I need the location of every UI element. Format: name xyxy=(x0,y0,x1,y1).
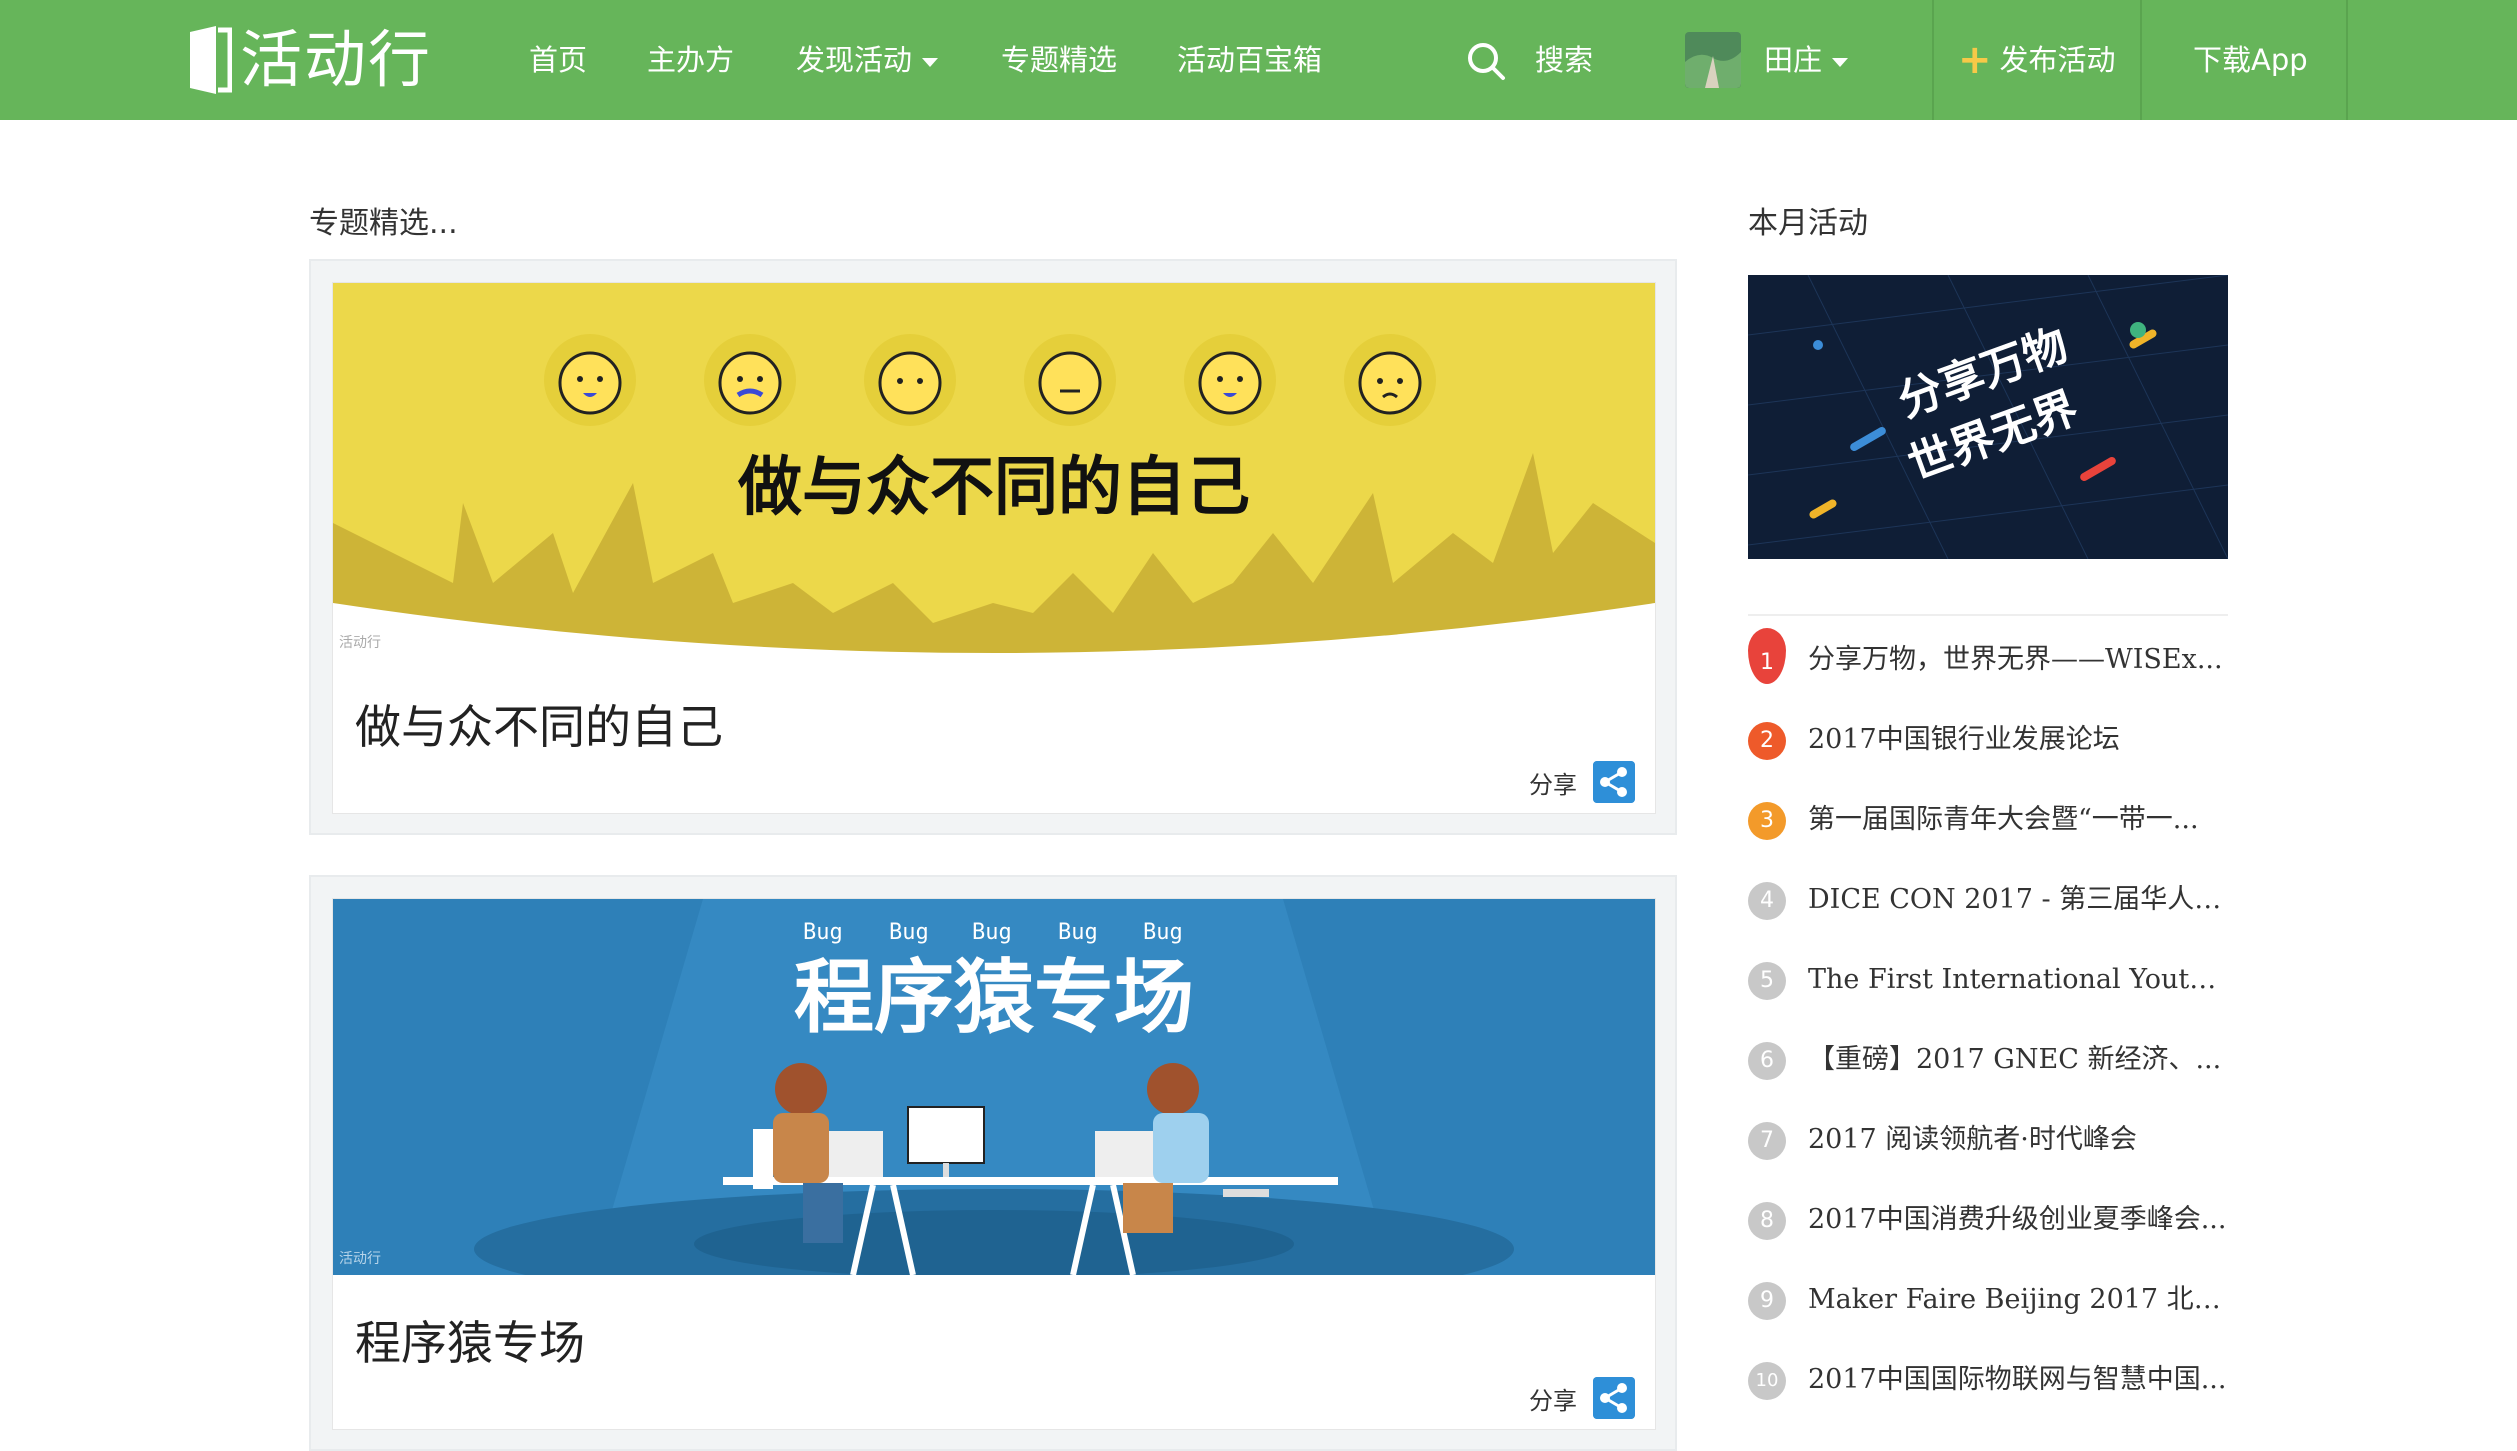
logo-text: 活动行 xyxy=(240,23,433,96)
svg-text:Bug: Bug xyxy=(803,920,843,945)
svg-text:Bug: Bug xyxy=(1143,920,1183,945)
share-label: 分享 xyxy=(1529,770,1577,799)
event-title[interactable]: 2017中国国际物联网与智慧中国... xyxy=(1808,1358,2230,1402)
list-item[interactable]: 9 Maker Faire Beijing 2017 北京创... xyxy=(1744,1260,2234,1340)
top-nav-bar: 活动行 首页 主办方 发现活动 专题精选 活动百宝箱 搜索 田庄 + 发布活动 下… xyxy=(0,0,2517,120)
nav-home[interactable]: 首页 xyxy=(529,0,587,120)
door-logo-icon xyxy=(190,26,232,94)
list-item[interactable]: 8 2017中国消费升级创业夏季峰会... xyxy=(1744,1180,2234,1260)
nav-toolbox[interactable]: 活动百宝箱 xyxy=(1177,0,1322,120)
topic-title[interactable]: 做与众不同的自己 xyxy=(355,691,723,757)
sidebar-title: 本月活动 xyxy=(1748,206,1868,241)
share-icon xyxy=(1593,1377,1635,1419)
share-button[interactable]: 分享 xyxy=(1529,1377,1635,1419)
user-name: 田庄 xyxy=(1764,43,1823,77)
user-menu[interactable]: 田庄 xyxy=(1764,0,1849,120)
monthly-events-list: 1 分享万物，世界无界——WISEx... 2 2017中国银行业发展论坛 3 … xyxy=(1744,620,2234,1420)
nav-discover-label: 发现活动 xyxy=(796,43,913,77)
list-item[interactable]: 5 The First International Youth Conf... xyxy=(1744,940,2234,1020)
list-item[interactable]: 1 分享万物，世界无界——WISEx... xyxy=(1744,620,2234,700)
list-item[interactable]: 2 2017中国银行业发展论坛 xyxy=(1744,700,2234,780)
list-item[interactable]: 3 第一届国际青年大会暨“一带一... xyxy=(1744,780,2234,860)
featured-event-image[interactable]: 分享万物 世界无界 xyxy=(1748,275,2228,559)
topic-card-inner: Bug Bug Bug Bug Bug 程序猿专场 活动行 程序猿专场 分享 xyxy=(332,898,1656,1430)
rank-badge: 5 xyxy=(1748,962,1786,1000)
topic-banner[interactable]: 做与众不同的自己 活动行 xyxy=(333,283,1655,659)
event-title[interactable]: DICE CON 2017 - 第三届华人桌... xyxy=(1808,878,2230,922)
banner-heading: 程序猿专场 xyxy=(794,951,1194,1044)
topic-card[interactable]: Bug Bug Bug Bug Bug 程序猿专场 活动行 程序猿专场 分享 xyxy=(309,875,1677,1451)
chevron-down-icon xyxy=(1832,57,1849,67)
event-title[interactable]: 分享万物，世界无界——WISEx... xyxy=(1808,638,2230,682)
rank-badge: 2 xyxy=(1748,722,1786,760)
rank-badge: 8 xyxy=(1748,1202,1786,1240)
nav-divider xyxy=(2346,0,2348,120)
plus-icon: + xyxy=(1958,37,1992,83)
event-title[interactable]: Maker Faire Beijing 2017 北京创... xyxy=(1808,1278,2230,1322)
event-title[interactable]: 2017中国消费升级创业夏季峰会... xyxy=(1808,1198,2230,1242)
share-label: 分享 xyxy=(1529,1386,1577,1415)
topic-card-inner: 做与众不同的自己 活动行 做与众不同的自己 分享 xyxy=(332,282,1656,814)
nav-featured-topics[interactable]: 专题精选 xyxy=(1001,0,1117,120)
svg-text:Bug: Bug xyxy=(1058,920,1098,945)
rank-badge: 4 xyxy=(1748,882,1786,920)
topic-title[interactable]: 程序猿专场 xyxy=(355,1307,585,1373)
svg-text:Bug: Bug xyxy=(972,920,1012,945)
list-item[interactable]: 7 2017 阅读领航者·时代峰会 xyxy=(1744,1100,2234,1180)
chevron-down-icon xyxy=(922,57,939,67)
search-button[interactable]: 搜索 xyxy=(1535,0,1593,120)
svg-text:Bug: Bug xyxy=(889,920,929,945)
search-icon[interactable] xyxy=(1466,41,1506,81)
rank-badge: 10 xyxy=(1748,1362,1786,1400)
share-icon xyxy=(1593,761,1635,803)
list-item[interactable]: 6 【重磅】2017 GNEC 新经济、... xyxy=(1744,1020,2234,1100)
banner-watermark: 活动行 xyxy=(339,1251,381,1267)
site-logo[interactable]: 活动行 xyxy=(186,22,432,98)
page-title: 专题精选... xyxy=(309,206,458,241)
list-item[interactable]: 4 DICE CON 2017 - 第三届华人桌... xyxy=(1744,860,2234,940)
rank-badge: 9 xyxy=(1748,1282,1786,1320)
event-title[interactable]: 第一届国际青年大会暨“一带一... xyxy=(1808,798,2230,842)
event-title[interactable]: The First International Youth Conf... xyxy=(1808,958,2230,1002)
share-button[interactable]: 分享 xyxy=(1529,761,1635,803)
avatar-image xyxy=(1685,32,1741,88)
divider xyxy=(1748,614,2228,616)
download-app-button[interactable]: 下载App xyxy=(2193,0,2308,120)
topic-banner[interactable]: Bug Bug Bug Bug Bug 程序猿专场 活动行 xyxy=(333,899,1655,1275)
rank-badge: 7 xyxy=(1748,1122,1786,1160)
rank-badge: 6 xyxy=(1748,1042,1786,1080)
event-title[interactable]: 2017中国银行业发展论坛 xyxy=(1808,718,2230,762)
flame-rank-badge: 1 xyxy=(1748,628,1786,684)
avatar[interactable] xyxy=(1685,32,1741,88)
event-title[interactable]: 【重磅】2017 GNEC 新经济、... xyxy=(1808,1038,2230,1082)
event-title[interactable]: 2017 阅读领航者·时代峰会 xyxy=(1808,1118,2230,1162)
publish-label: 发布活动 xyxy=(1999,43,2116,77)
nav-divider xyxy=(1932,0,1934,120)
banner-watermark: 活动行 xyxy=(339,635,381,651)
topic-card[interactable]: 做与众不同的自己 活动行 做与众不同的自己 分享 xyxy=(309,259,1677,835)
publish-event-button[interactable]: + 发布活动 xyxy=(1958,0,2116,120)
rank-badge: 3 xyxy=(1748,802,1786,840)
nav-organizers[interactable]: 主办方 xyxy=(647,0,734,120)
banner-heading: 做与众不同的自己 xyxy=(737,451,1250,525)
nav-divider xyxy=(2140,0,2142,120)
nav-discover-events[interactable]: 发现活动 xyxy=(796,0,939,120)
list-item[interactable]: 10 2017中国国际物联网与智慧中国... xyxy=(1744,1340,2234,1420)
